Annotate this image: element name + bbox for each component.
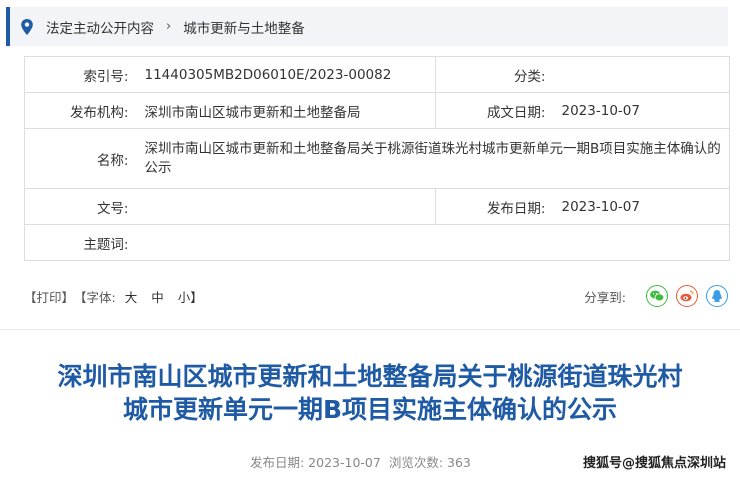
- qq-icon: [712, 290, 722, 303]
- article-meta: 发布日期: 2023-10-07 浏览次数: 363: [250, 452, 475, 471]
- created-date-value: 2023-10-07: [551, 92, 730, 129]
- font-size-label: 【字体:: [74, 289, 116, 305]
- publish-date: 发布日期: 2023-10-07: [250, 455, 381, 470]
- article-title: 深圳市南山区城市更新和土地整备局关于桃源街道珠光村 城市更新单元一期B项目实施主…: [0, 360, 740, 426]
- weibo-share-button[interactable]: [676, 285, 698, 307]
- watermark: 搜狐号@搜狐焦点深圳站: [582, 456, 726, 471]
- category-value: [551, 56, 730, 93]
- index-label: 索引号:: [24, 56, 135, 93]
- font-medium-button[interactable]: 中: [151, 290, 164, 305]
- font-size-switcher: 【字体: 大 中 小】: [74, 287, 208, 306]
- index-value: 11440305MB2D06010E/2023-00082: [134, 56, 436, 93]
- publisher-value: 深圳市南山区城市更新和土地整备局: [134, 92, 436, 129]
- meta-row-subject: 主题词:: [24, 224, 730, 261]
- name-value: 深圳市南山区城市更新和土地整备局关于桃源街道珠光村城市更新单元一期B项目实施主体…: [134, 128, 730, 189]
- subject-label: 主题词:: [24, 224, 135, 261]
- subject-value: [134, 224, 730, 261]
- share-label: 分享到:: [584, 289, 626, 305]
- published-date-value: 2023-10-07: [551, 188, 730, 225]
- category-label: 分类:: [435, 56, 552, 93]
- meta-row-index: 索引号: 11440305MB2D06010E/2023-00082 分类:: [24, 56, 730, 93]
- created-date-label: 成文日期:: [435, 92, 552, 129]
- meta-row-name: 名称: 深圳市南山区城市更新和土地整备局关于桃源街道珠光村城市更新单元一期B项目…: [24, 128, 730, 189]
- meta-row-publisher: 发布机构: 深圳市南山区城市更新和土地整备局 成文日期: 2023-10-07: [24, 92, 730, 129]
- doc-no-value: [134, 188, 436, 225]
- document-meta-table: 索引号: 11440305MB2D06010E/2023-00082 分类: 发…: [24, 56, 730, 261]
- breadcrumb: 法定主动公开内容 › 城市更新与土地整备: [6, 7, 728, 46]
- wechat-icon: [650, 290, 664, 302]
- font-large-button[interactable]: 大: [125, 290, 138, 305]
- view-count: 浏览次数: 363: [388, 455, 471, 470]
- published-date-label: 发布日期:: [435, 188, 552, 225]
- qq-share-button[interactable]: [706, 285, 728, 307]
- doc-no-label: 文号:: [24, 188, 135, 225]
- share-bar: 分享到:: [584, 285, 728, 307]
- location-pin-icon: [21, 18, 33, 35]
- article-tools: 【打印】 【字体: 大 中 小】 分享到:: [24, 284, 728, 308]
- meta-row-doc-no: 文号: 发布日期: 2023-10-07: [24, 188, 730, 225]
- weibo-icon: [680, 290, 694, 302]
- chevron-right-icon: ›: [166, 19, 172, 34]
- section-divider: [0, 329, 740, 330]
- font-small-button[interactable]: 小】: [178, 290, 203, 305]
- article-title-line-2: 城市更新单元一期B项目实施主体确认的公示: [122, 395, 618, 424]
- name-label: 名称:: [24, 128, 135, 189]
- breadcrumb-item-public-content[interactable]: 法定主动公开内容: [46, 17, 154, 37]
- print-button[interactable]: 【打印】: [24, 287, 74, 306]
- breadcrumb-item-urban-renewal[interactable]: 城市更新与土地整备: [183, 17, 305, 37]
- wechat-share-button[interactable]: [646, 285, 668, 307]
- article-title-line-1: 深圳市南山区城市更新和土地整备局关于桃源街道珠光村: [57, 362, 683, 391]
- publisher-label: 发布机构:: [24, 92, 135, 129]
